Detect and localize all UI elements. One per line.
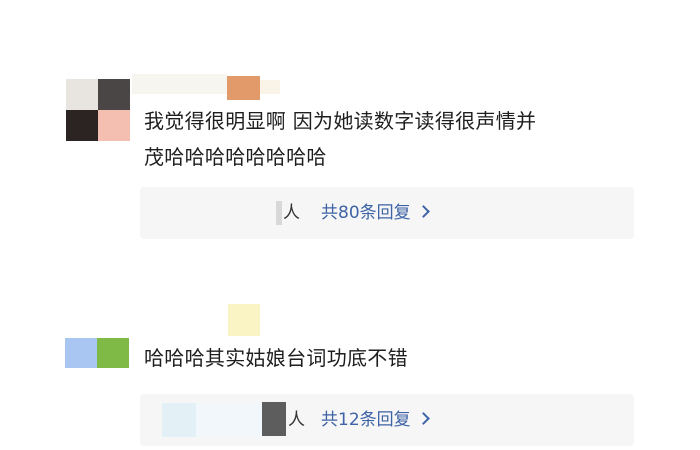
reply-user-name: 人: [288, 410, 305, 430]
reply-bar[interactable]: 人 共12条回复: [140, 394, 634, 446]
comment-text-line: 茂哈哈哈哈哈哈哈哈: [144, 145, 327, 169]
comment-text-line: 哈哈哈其实姑娘台词功底不错: [144, 346, 408, 370]
blurred-username: [196, 403, 262, 437]
blurred-username: [262, 402, 286, 436]
view-replies-link[interactable]: 共80条回复: [321, 201, 430, 225]
comment-item: 哈哈哈其实姑娘台词功底不错 人 共12条回复: [0, 290, 700, 450]
blurred-username: [162, 403, 196, 437]
chevron-right-icon: [416, 205, 430, 218]
comment-text-line: 我觉得很明显啊 因为她读数字读得很声情并: [144, 109, 537, 133]
chevron-right-icon: [416, 412, 430, 425]
reply-user-name: 人: [283, 203, 300, 223]
view-replies-label: 共12条回复: [321, 410, 411, 430]
comment-text: 我觉得很明显啊 因为她读数字读得很声情并 茂哈哈哈哈哈哈哈哈: [144, 103, 644, 175]
comment-text: 哈哈哈其实姑娘台词功底不错: [144, 340, 644, 376]
reply-bar[interactable]: 人 共80条回复: [140, 187, 634, 239]
view-replies-label: 共80条回复: [321, 203, 411, 223]
blurred-username: [276, 201, 282, 225]
comment-item: 我觉得很明显啊 因为她读数字读得很声情并 茂哈哈哈哈哈哈哈哈 人 共80条回复: [0, 0, 700, 250]
view-replies-link[interactable]: 共12条回复: [321, 408, 430, 432]
